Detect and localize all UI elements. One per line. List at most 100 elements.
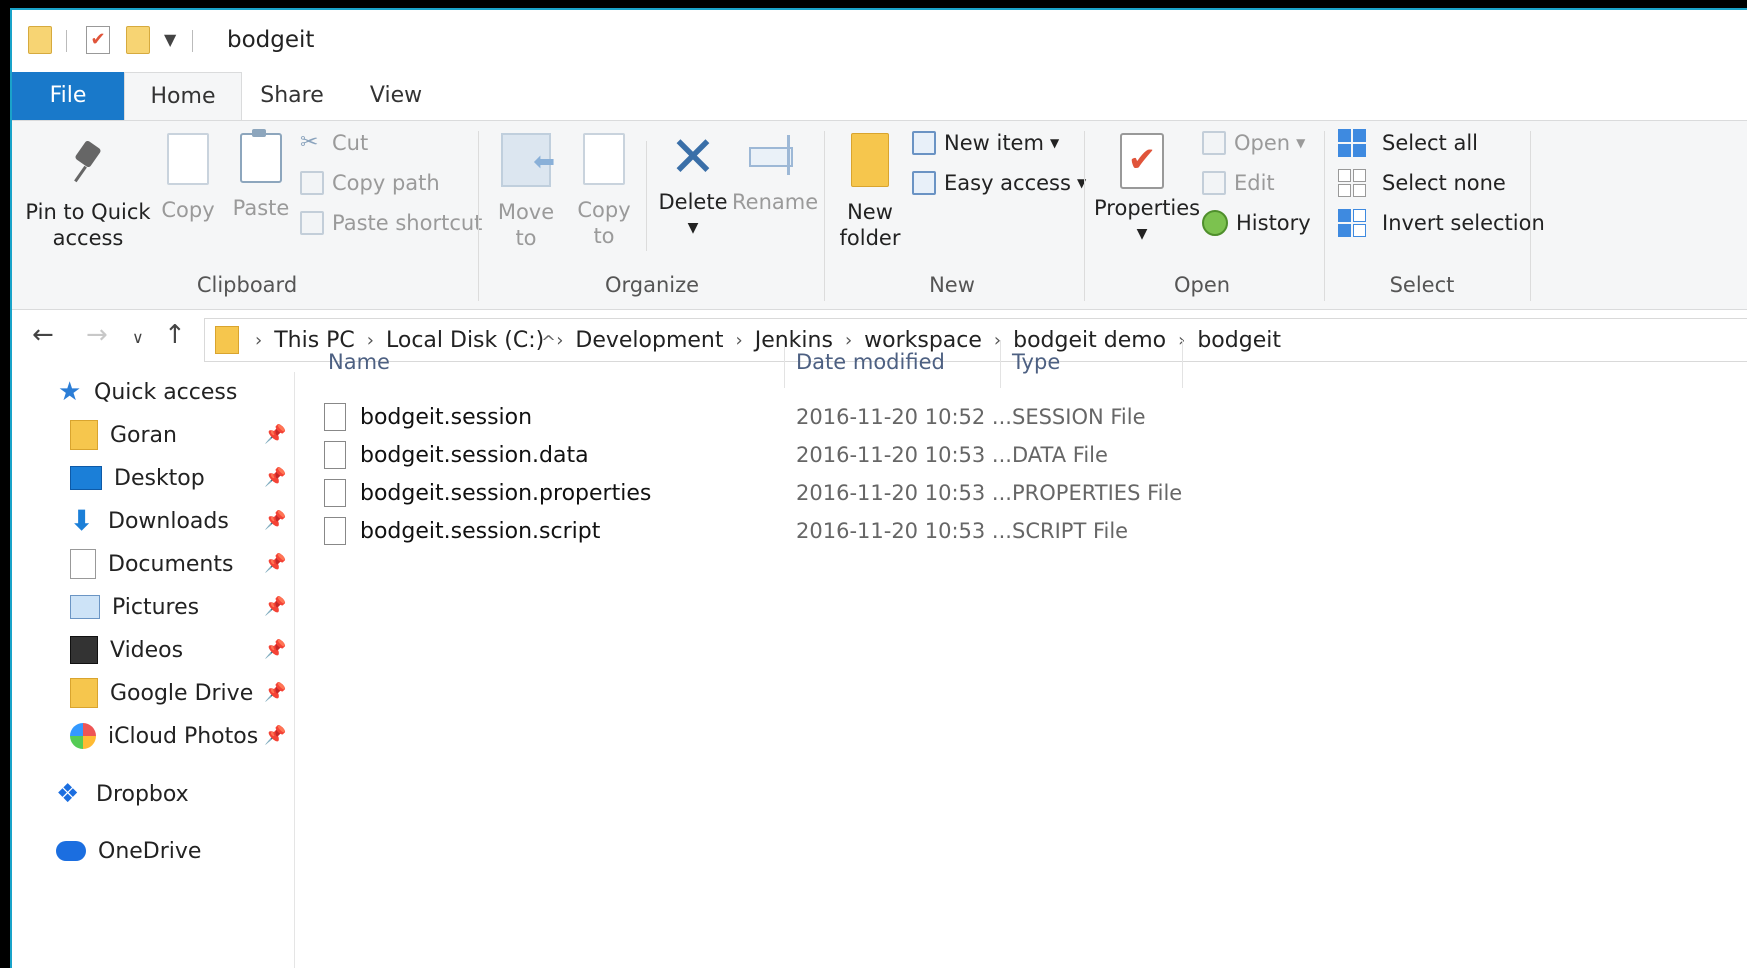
paste-shortcut-button[interactable]: Paste shortcut <box>300 207 482 239</box>
new-folder-quick-icon[interactable] <box>126 26 150 54</box>
column-divider[interactable] <box>784 340 785 388</box>
tab-share[interactable]: Share <box>240 72 344 120</box>
folder-icon <box>28 26 52 54</box>
quick-access-label: Quick access <box>94 379 238 405</box>
pin-icon[interactable]: 📌 <box>264 553 286 574</box>
nav-item-desktop[interactable]: Desktop <box>70 460 205 496</box>
new-folder-button[interactable]: New folder <box>834 133 906 251</box>
pin-label-line1: Pin to Quick <box>25 200 151 224</box>
nav-item-icloud-photos[interactable]: iCloud Photos <box>70 718 258 754</box>
new-item-button[interactable]: New item ▼ <box>912 127 1059 159</box>
tab-view[interactable]: View <box>344 72 448 120</box>
breadcrumb-separator-icon[interactable]: › <box>255 330 262 351</box>
column-divider[interactable] <box>1182 340 1183 388</box>
copy-path-button[interactable]: Copy path <box>300 167 440 199</box>
pictures-icon <box>70 595 100 619</box>
nav-item-label: Videos <box>110 637 184 663</box>
delete-button[interactable]: ✕ Delete ▼ <box>654 125 732 241</box>
download-icon: ⬇ <box>70 504 94 537</box>
customize-toolbar-icon[interactable]: ▼ <box>164 30 176 49</box>
copy-to-label-line2: to <box>593 224 615 248</box>
tab-file[interactable]: File <box>12 72 124 120</box>
paste-label: Paste <box>232 196 290 220</box>
select-all-button[interactable]: Select all <box>1338 127 1478 159</box>
clipboard-icon <box>240 129 282 183</box>
forward-arrow-icon[interactable]: → <box>86 320 108 350</box>
pin-icon[interactable]: 📌 <box>264 639 286 660</box>
pin-icon[interactable]: 📌 <box>264 725 286 746</box>
easy-access-icon <box>912 171 936 195</box>
group-divider <box>1324 131 1325 301</box>
file-type: SCRIPT File <box>1012 519 1129 543</box>
up-arrow-icon[interactable]: ↑ <box>164 320 186 350</box>
delete-label: Delete <box>658 190 728 214</box>
onedrive-label: OneDrive <box>98 838 202 864</box>
new-folder-icon <box>851 133 889 187</box>
nav-item-videos[interactable]: Videos <box>70 632 183 668</box>
window-title: bodgeit <box>227 27 315 53</box>
column-header-type[interactable]: Type <box>1012 350 1060 374</box>
star-icon: ★ <box>58 377 82 407</box>
column-divider[interactable] <box>1000 340 1001 388</box>
nav-onedrive[interactable]: OneDrive <box>56 833 201 869</box>
recent-locations-chevron-icon[interactable]: ∨ <box>132 328 144 347</box>
file-icon <box>324 517 346 545</box>
column-header-name[interactable]: Name <box>328 350 390 374</box>
copy-to-button[interactable]: Copy to <box>570 133 638 249</box>
table-row[interactable]: bodgeit.session.script 2016-11-20 10:53 … <box>324 513 1174 549</box>
move-to-button[interactable]: Move to <box>492 133 560 251</box>
paste-shortcut-icon <box>300 211 324 235</box>
table-row[interactable]: bodgeit.session 2016-11-20 10:52 ... SES… <box>324 399 1174 435</box>
back-arrow-icon[interactable]: ← <box>32 320 54 350</box>
history-label: History <box>1236 211 1311 235</box>
select-all-label: Select all <box>1382 131 1478 155</box>
new-item-label: New item <box>944 131 1044 155</box>
properties-button[interactable]: ✔ Properties ▼ <box>1094 133 1200 247</box>
explorer-window: ✔ ▼ bodgeit File Home Share View Pin to … <box>10 8 1747 968</box>
nav-item-pictures[interactable]: Pictures <box>70 589 199 625</box>
select-none-icon <box>1338 169 1366 197</box>
nav-quick-access[interactable]: ★ Quick access <box>58 374 237 410</box>
edit-button[interactable]: Edit <box>1202 167 1275 199</box>
rename-button[interactable]: Rename <box>732 133 818 215</box>
nav-item-goran[interactable]: Goran <box>70 417 177 453</box>
pin-icon[interactable]: 📌 <box>264 682 286 703</box>
pin-icon[interactable]: 📌 <box>264 510 286 531</box>
nav-item-label: Downloads <box>108 508 229 534</box>
column-header-date-modified[interactable]: Date modified <box>796 350 945 374</box>
easy-access-label: Easy access <box>944 171 1071 195</box>
chevron-down-icon: ▼ <box>687 220 699 236</box>
copy-button[interactable]: Copy <box>156 133 220 223</box>
table-row[interactable]: bodgeit.session.data 2016-11-20 10:53 ..… <box>324 437 1174 473</box>
pin-icon[interactable]: 📌 <box>264 424 286 445</box>
nav-item-label: Documents <box>108 551 234 577</box>
delete-x-icon: ✕ <box>669 125 717 190</box>
nav-item-downloads[interactable]: ⬇ Downloads <box>70 503 229 539</box>
rename-label: Rename <box>732 190 819 214</box>
cut-button[interactable]: ✂ Cut <box>300 127 368 159</box>
nav-dropbox[interactable]: ❖ Dropbox <box>56 776 189 812</box>
open-button[interactable]: Open ▼ <box>1202 127 1305 159</box>
nav-item-documents[interactable]: Documents <box>70 546 233 582</box>
history-button[interactable]: History <box>1202 207 1311 239</box>
clipboard-group-label: Clipboard <box>196 273 298 297</box>
nav-item-google-drive[interactable]: Google Drive <box>70 675 253 711</box>
group-divider <box>478 131 479 301</box>
pin-to-quick-access-button[interactable]: Pin to Quick access <box>22 139 154 251</box>
pin-icon[interactable]: 📌 <box>264 467 286 488</box>
easy-access-button[interactable]: Easy access ▼ <box>912 167 1086 199</box>
select-none-button[interactable]: Select none <box>1338 167 1506 199</box>
dropbox-icon: ❖ <box>56 779 80 809</box>
file-date: 2016-11-20 10:53 ... <box>796 519 1012 543</box>
tab-home[interactable]: Home <box>124 72 242 121</box>
nav-item-label: iCloud Photos <box>108 723 259 749</box>
properties-quick-icon[interactable]: ✔ <box>86 26 110 54</box>
pin-icon[interactable]: 📌 <box>264 596 286 617</box>
nav-item-label: Desktop <box>114 465 205 491</box>
open-group-label: Open <box>1173 273 1231 297</box>
paste-button[interactable]: Paste <box>226 129 296 221</box>
file-type: PROPERTIES File <box>1012 481 1183 505</box>
rename-icon <box>747 133 803 177</box>
invert-selection-button[interactable]: Invert selection <box>1338 207 1545 239</box>
table-row[interactable]: bodgeit.session.properties 2016-11-20 10… <box>324 475 1182 511</box>
